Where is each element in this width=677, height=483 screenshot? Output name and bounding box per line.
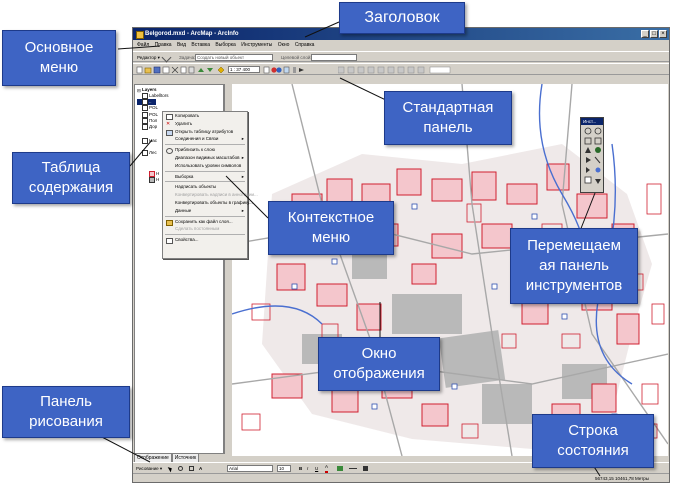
callout-standard-panel-line2: панель: [423, 119, 473, 136]
rectangle-tool-icon[interactable]: [189, 466, 194, 471]
coordinates-readout: 56743,15 10461,78 Метры: [595, 476, 649, 481]
callout-status-bar: Строка состояния: [532, 414, 654, 468]
callout-floating-panel-line1: Перемещаем: [527, 237, 621, 254]
font-size-combo[interactable]: 10: [277, 465, 291, 472]
window-title: Belgorod.mxd - ArcMap - ArcInfo: [145, 31, 239, 37]
ctx-open-attribute-table[interactable]: Открыть таблицу атрибутов: [163, 128, 247, 136]
callout-toc-line1: Таблица: [41, 159, 101, 176]
ctx-make-permanent: Сделать постоянным: [175, 226, 220, 232]
ctx-zoom-to-layer[interactable]: Приблизить к слою: [163, 146, 247, 155]
ctx-symbol-levels[interactable]: Использовать уровни символов: [163, 162, 247, 170]
select-elements-icon[interactable]: [167, 465, 174, 473]
ctx-separator: [165, 170, 245, 172]
pencil-icon[interactable]: [161, 52, 172, 63]
task-combo[interactable]: Создать новый объект: [195, 54, 273, 61]
callout-context-menu-line1: Контекстное: [287, 209, 375, 226]
ctx-properties[interactable]: Свойства...: [163, 236, 247, 245]
target-layer-combo[interactable]: [311, 54, 357, 61]
ctx-separator: [165, 181, 245, 183]
menu-insert[interactable]: Вставка: [191, 40, 210, 50]
callout-draw-panel-line1: Панель: [40, 393, 92, 410]
ctx-selection[interactable]: Выборка ▸: [163, 173, 247, 181]
editor-toolbar: Редактор ▾ Задача: Создать новый объект …: [133, 51, 669, 63]
status-bar: 56743,15 10461,78 Метры: [133, 473, 669, 482]
menu-tools[interactable]: Инструменты: [241, 40, 272, 50]
ctx-convert-labels: Конвертировать надписи в аннотации...: [175, 192, 258, 198]
context-menu: Копировать ✕ Удалить Открыть таблицу атри…: [162, 111, 258, 259]
callout-status-bar-line2: состояния: [557, 442, 629, 459]
ctx-separator: [165, 215, 245, 217]
ctx-joins-relates[interactable]: Соединения и Связи ▸: [163, 135, 247, 143]
callout-title-text: Заголовок: [364, 9, 440, 26]
ctx-copy[interactable]: Копировать: [163, 112, 247, 120]
callout-map-window-line1: Окно: [361, 345, 397, 362]
callout-main-menu-line1: Основное: [24, 39, 94, 56]
standard-toolbar: 1 : 37 400: [133, 63, 669, 75]
callout-main-menu-line2: меню: [39, 59, 79, 76]
toc-tabs: Отображение Источник: [134, 454, 230, 463]
scale-combo[interactable]: 1 : 37 400: [228, 66, 260, 73]
georeference-toolbar-icons[interactable]: [338, 66, 578, 74]
arcmap-app-icon: [136, 31, 144, 39]
callout-title: Заголовок: [339, 2, 465, 34]
menu-view[interactable]: Вид: [177, 40, 186, 50]
marker-color-icon[interactable]: [363, 466, 368, 471]
editor-menu-button[interactable]: Редактор ▾: [137, 52, 160, 63]
minimize-button[interactable]: _: [641, 30, 649, 38]
floating-tools-palette[interactable]: Инст...: [580, 117, 604, 193]
callout-floating-panel-line2: ая панель: [539, 257, 609, 274]
callout-context-menu-line2: меню: [311, 229, 351, 246]
ctx-label-features[interactable]: Надписать объекты: [163, 183, 247, 191]
callout-toc-line2: содержания: [28, 179, 114, 196]
line-color-icon[interactable]: [349, 468, 357, 469]
callout-map-window: Окно отображения: [318, 337, 440, 391]
callout-standard-panel: Стандартная панель: [384, 91, 512, 145]
callout-main-menu: Основное меню: [2, 30, 116, 86]
menu-selection[interactable]: Выборка: [215, 40, 235, 50]
callout-draw-panel: Панель рисования: [2, 386, 130, 438]
rotate-icon[interactable]: [178, 466, 183, 471]
main-menu-bar: Файл Правка Вид Вставка Выборка Инструме…: [133, 40, 669, 50]
callout-toc: Таблица содержания: [12, 152, 130, 204]
callout-draw-panel-line2: рисования: [29, 413, 103, 430]
maximize-button[interactable]: □: [650, 30, 658, 38]
ctx-convert-features-to-graphics[interactable]: Конвертировать объекты в графику...: [163, 199, 253, 207]
palette-tool-icons[interactable]: [583, 127, 603, 191]
callout-standard-panel-line1: Стандартная: [402, 99, 494, 116]
ctx-save-as-layer-file[interactable]: Сохранить как файл слоя...: [163, 218, 247, 226]
ctx-delete[interactable]: ✕ Удалить: [163, 120, 247, 128]
ctx-data[interactable]: Данные ▸: [163, 207, 247, 215]
standard-tools-icons[interactable]: [263, 66, 343, 74]
callout-map-window-line2: отображения: [333, 365, 425, 382]
callout-context-menu: Контекстное меню: [268, 201, 394, 255]
menu-edit[interactable]: Правка: [155, 40, 172, 50]
callout-status-bar-line1: Строка: [568, 422, 618, 439]
callout-floating-panel: Перемещаем ая панель инструментов: [510, 228, 638, 304]
target-layer-label: Целевой слой:: [281, 55, 312, 60]
fill-color-icon[interactable]: [337, 466, 343, 471]
close-button[interactable]: ×: [659, 30, 667, 38]
palette-title[interactable]: Инст...: [581, 118, 603, 125]
ctx-separator: [165, 234, 245, 236]
menu-file[interactable]: Файл: [137, 40, 149, 50]
font-color-button[interactable]: A: [325, 463, 329, 473]
ctx-separator: [165, 144, 245, 146]
menu-help[interactable]: Справка: [295, 40, 315, 50]
task-label: Задача:: [179, 55, 196, 60]
callout-floating-panel-line3: инструментов: [525, 277, 623, 294]
font-combo[interactable]: Arial: [227, 465, 273, 472]
menu-window[interactable]: Окно: [278, 40, 290, 50]
ctx-visible-scale-range[interactable]: Диапазон видимых масштабов ▸: [163, 154, 247, 162]
